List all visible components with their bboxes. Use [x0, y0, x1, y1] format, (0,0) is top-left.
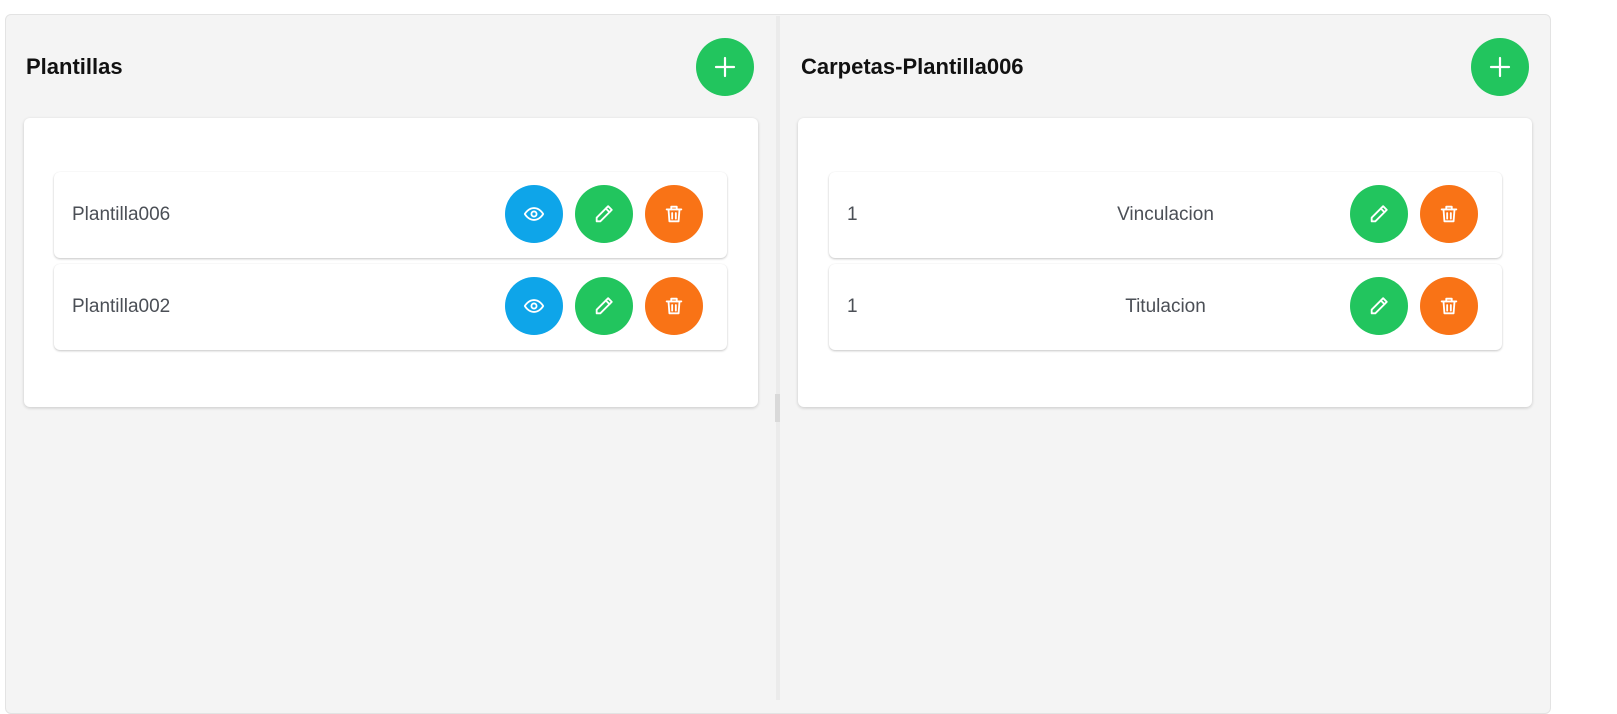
pencil-icon — [595, 297, 613, 315]
trash-icon — [665, 205, 683, 223]
folder-number: 1 — [847, 204, 858, 225]
trash-icon — [665, 297, 683, 315]
folder-row[interactable]: Vinculacion 1 — [829, 172, 1502, 258]
pencil-icon — [1370, 297, 1388, 315]
trash-icon — [1440, 205, 1458, 223]
delete-button[interactable] — [645, 277, 703, 335]
edit-button[interactable] — [1350, 277, 1408, 335]
add-template-button[interactable] — [696, 38, 754, 96]
pencil-icon — [1370, 205, 1388, 223]
edit-button[interactable] — [575, 185, 633, 243]
delete-button[interactable] — [1420, 185, 1478, 243]
template-name: Plantilla006 — [72, 204, 171, 225]
delete-button[interactable] — [645, 185, 703, 243]
row-actions — [505, 277, 703, 335]
template-row[interactable]: Plantilla002 — [54, 264, 727, 350]
trash-icon — [1440, 297, 1458, 315]
view-button[interactable] — [505, 277, 563, 335]
row-actions — [1350, 185, 1478, 243]
plus-icon — [1489, 56, 1511, 78]
plus-icon — [714, 56, 736, 78]
add-folder-button[interactable] — [1471, 38, 1529, 96]
edit-button[interactable] — [1350, 185, 1408, 243]
row-actions — [505, 185, 703, 243]
templates-card: Plantilla006 Plantilla002 — [24, 118, 758, 407]
edit-button[interactable] — [575, 277, 633, 335]
resize-handle[interactable] — [775, 394, 780, 422]
pencil-icon — [595, 205, 613, 223]
folder-row[interactable]: Titulacion 1 — [829, 264, 1502, 350]
templates-panel-title: Plantillas — [26, 54, 123, 79]
template-row[interactable]: Plantilla006 — [54, 172, 727, 258]
view-button[interactable] — [505, 185, 563, 243]
template-name: Plantilla002 — [72, 296, 171, 317]
eye-icon — [523, 207, 545, 221]
delete-button[interactable] — [1420, 277, 1478, 335]
folders-panel-title: Carpetas-Plantilla006 — [801, 54, 1024, 79]
eye-icon — [523, 299, 545, 313]
folders-card: Vinculacion 1 Titulacion 1 — [798, 118, 1532, 407]
panel-divider — [776, 16, 780, 700]
row-actions — [1350, 277, 1478, 335]
folder-number: 1 — [847, 296, 858, 317]
